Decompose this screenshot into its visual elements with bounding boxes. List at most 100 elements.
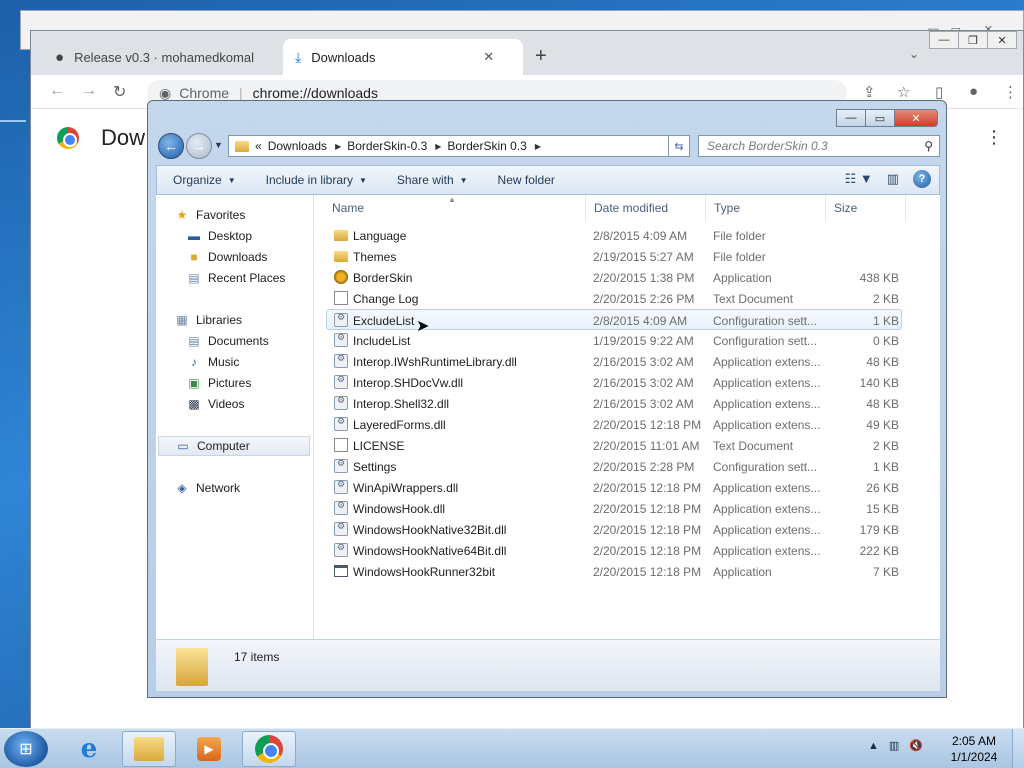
bookmark-star-icon[interactable]: ☆ (897, 83, 910, 101)
nav-network[interactable]: ◈ Network (174, 478, 240, 498)
column-size[interactable]: Size (826, 195, 906, 221)
nav-pictures[interactable]: ▣ Pictures (186, 373, 251, 393)
file-row[interactable]: Settings 2/20/2015 2:28 PM Configuration s… (314, 456, 940, 477)
breadcrumb-downloads[interactable]: Downloads ▶ (268, 139, 342, 153)
search-icon[interactable]: ⚲ (924, 139, 933, 153)
nav-documents[interactable]: ▤ Documents (186, 331, 268, 351)
reload-icon[interactable]: ↻ (113, 82, 126, 102)
file-row[interactable]: ExcludeList 2/8/2015 4:09 AM Configuration… (326, 309, 902, 330)
file-row[interactable]: WindowsHookNative32Bit.dll 2/20/2015 12:1… (314, 519, 940, 540)
restore-button[interactable]: ❐ (958, 31, 988, 49)
file-row[interactable]: Language 2/8/2015 4:09 AM File folder (314, 225, 940, 246)
explorer-forward-button[interactable]: → (186, 133, 212, 159)
side-panel-icon[interactable]: ▯ (935, 83, 943, 101)
new-tab-button[interactable]: + (535, 45, 547, 68)
taskbar-chrome[interactable] (242, 731, 296, 767)
breadcrumb-arrow-icon[interactable]: ▶ (435, 142, 441, 151)
explorer-close-button[interactable]: ✕ (894, 109, 938, 127)
preview-pane-icon[interactable]: ▥ (887, 171, 899, 187)
system-tray: ▲ ▥ 🔇 (868, 739, 933, 753)
change-view-icon[interactable]: ☷ ▼ (845, 171, 873, 187)
breadcrumb-overflow[interactable]: « (255, 139, 262, 153)
nav-favorites[interactable]: ★ Favorites (174, 205, 246, 225)
file-row[interactable]: Change Log 2/20/2015 2:26 PM Text Document… (314, 288, 940, 309)
forward-arrow-icon[interactable]: → (81, 82, 97, 100)
nav-label: Desktop (208, 229, 253, 243)
search-input[interactable]: Search BorderSkin 0.3 ⚲ (698, 135, 940, 157)
text-file-icon (334, 438, 348, 452)
nav-desktop[interactable]: ▬ Desktop (186, 226, 252, 246)
minimize-button[interactable]: — (929, 31, 959, 49)
omnibox-url[interactable]: chrome://downloads (253, 85, 378, 101)
explorer-minimize-button[interactable]: — (836, 109, 866, 127)
volume-muted-icon[interactable]: 🔇 (909, 739, 923, 752)
file-name: WindowsHook.dll (353, 502, 446, 516)
file-row[interactable]: LayeredForms.dll 2/20/2015 12:18 PM Applic… (314, 414, 940, 435)
show-desktop-button[interactable] (1012, 729, 1024, 768)
tab-downloads[interactable]: ⤓ Downloads ✕ (283, 39, 523, 75)
nav-downloads[interactable]: ■ Downloads (186, 247, 267, 267)
close-button[interactable]: ✕ (987, 31, 1017, 49)
tab-search-chevron-icon[interactable]: ⌄ (909, 47, 919, 61)
start-button[interactable]: ⊞ (4, 731, 48, 767)
organize-button[interactable]: Organize ▼ (173, 173, 236, 187)
file-date: 2/20/2015 1:38 PM (593, 271, 695, 285)
explorer-maximize-button[interactable]: ▭ (865, 109, 895, 127)
breadcrumb-arrow-icon[interactable]: ▶ (335, 142, 341, 151)
file-row[interactable]: WinApiWrappers.dll 2/20/2015 12:18 PM Appl… (314, 477, 940, 498)
nav-computer[interactable]: ▭ Computer (158, 436, 310, 456)
desktop-icon: ▬ (188, 229, 200, 243)
nav-recent-places[interactable]: ▤ Recent Places (186, 268, 285, 288)
network-tray-icon[interactable]: ▥ (889, 739, 899, 752)
file-row[interactable]: WindowsHookNative64Bit.dll 2/20/2015 12:1… (314, 540, 940, 561)
nav-videos[interactable]: ▩ Videos (186, 394, 244, 414)
file-size: 26 KB (866, 481, 899, 495)
tab-close-icon[interactable]: ✕ (483, 49, 494, 65)
address-bar[interactable]: « Downloads ▶ BorderSkin-0.3 ▶ BorderSkin … (228, 135, 690, 157)
breadcrumb-borderskin-0.3-current[interactable]: BorderSkin 0.3 ▶ (447, 139, 541, 153)
back-arrow-icon[interactable]: ← (49, 82, 65, 100)
show-hidden-icons-icon[interactable]: ▲ (868, 740, 879, 752)
file-row[interactable]: IncludeList 1/19/2015 9:22 AM Configuratio… (314, 330, 940, 351)
include-in-library-button[interactable]: Include in library ▼ (266, 173, 367, 187)
profile-avatar-icon[interactable]: ● (969, 83, 978, 100)
nav-label: Downloads (208, 250, 268, 264)
file-row[interactable]: LICENSE 2/20/2015 11:01 AM Text Document 2 … (314, 435, 940, 456)
taskbar-windows-explorer[interactable] (122, 731, 176, 767)
address-row: ← → ▼ « Downloads ▶ BorderSkin-0.3 ▶ Borde… (156, 131, 940, 161)
nav-music[interactable]: ♪ Music (186, 352, 239, 372)
file-size: 222 KB (859, 544, 899, 558)
share-with-button[interactable]: Share with ▼ (397, 173, 468, 187)
help-icon[interactable]: ? (913, 170, 931, 188)
file-row[interactable]: WindowsHookRunner32bit 2/20/2015 12:18 PM… (314, 561, 940, 582)
tab-release[interactable]: ● Release v0.3 · mohamedkomalo/… (43, 39, 283, 75)
file-row[interactable]: Interop.Shell32.dll 2/16/2015 3:02 AM Appl… (314, 393, 940, 414)
file-row[interactable]: Interop.SHDocVw.dll 2/16/2015 3:02 AM Appl… (314, 372, 940, 393)
taskbar-media-player[interactable]: ▶ (182, 731, 236, 767)
breadcrumb-arrow-icon[interactable]: ▶ (535, 142, 541, 151)
nav-libraries[interactable]: ▦ Libraries (174, 310, 242, 330)
recent-pages-chevron-icon[interactable]: ▼ (214, 140, 223, 150)
explorer-back-button[interactable]: ← (158, 133, 184, 159)
breadcrumb-borderskin-0-3[interactable]: BorderSkin-0.3 ▶ (347, 139, 441, 153)
refresh-icon[interactable]: ⇆ (668, 135, 690, 157)
file-name: Interop.IWshRuntimeLibrary.dll (353, 355, 517, 369)
chrome-tab-strip: ● Release v0.3 · mohamedkomalo/… ⤓ Downl… (31, 31, 1023, 75)
taskbar-internet-explorer[interactable]: e (62, 731, 116, 767)
config-file-icon (334, 312, 348, 327)
page-more-icon[interactable]: ⋮ (985, 127, 1003, 148)
file-type: Application extens... (713, 355, 821, 369)
file-row[interactable]: Interop.IWshRuntimeLibrary.dll 2/16/2015 … (314, 351, 940, 372)
file-row[interactable]: BorderSkin 2/20/2015 1:38 PM Application 43… (314, 267, 940, 288)
column-type[interactable]: Type (706, 195, 826, 221)
folder-file-icon (334, 251, 348, 262)
new-folder-button[interactable]: New folder (498, 173, 555, 187)
chrome-menu-icon[interactable]: ⋮ (1003, 83, 1018, 101)
share-icon[interactable]: ⇪ (863, 83, 876, 101)
file-row[interactable]: WindowsHook.dll 2/20/2015 12:18 PM Applica… (314, 498, 940, 519)
file-row[interactable]: Themes 2/19/2015 5:27 AM File folder (314, 246, 940, 267)
file-type: Application (713, 565, 772, 579)
clock[interactable]: 2:05 AM 1/1/2024 (944, 733, 1004, 765)
dll-file-icon (334, 521, 348, 536)
column-date-modified[interactable]: Date modified (586, 195, 706, 221)
